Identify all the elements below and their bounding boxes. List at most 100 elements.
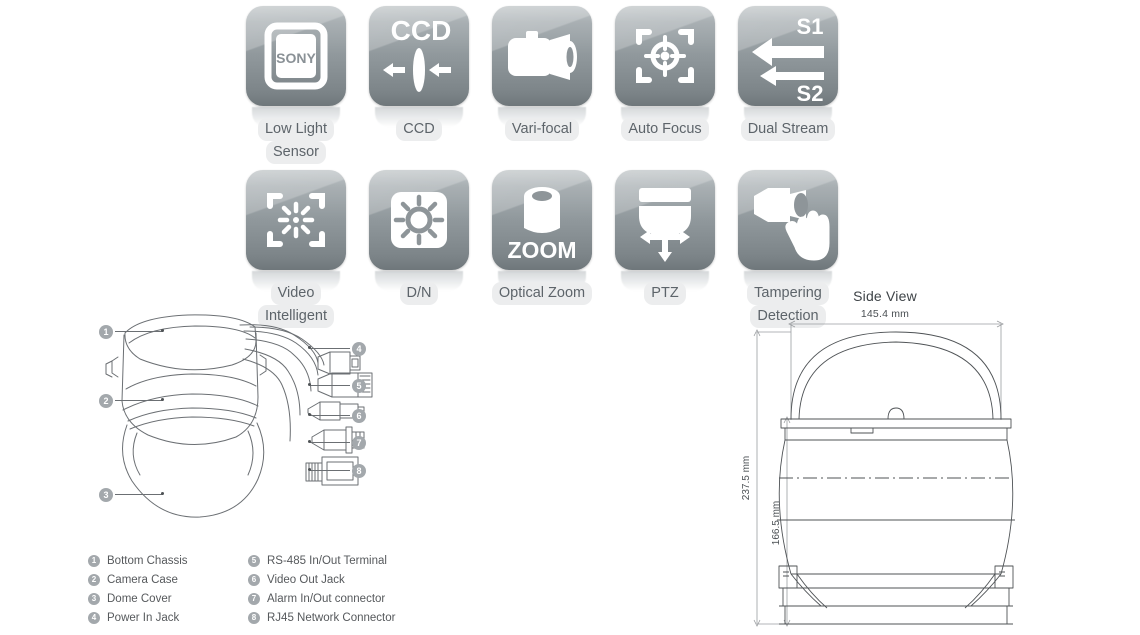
legend-label: Video Out Jack	[267, 573, 345, 586]
callout-anchor-dot	[161, 398, 164, 401]
feature-ccd: CCD CCD	[369, 6, 469, 141]
legend-badge-4: 4	[88, 611, 100, 624]
legend-item: 3 Dome Cover	[88, 589, 248, 608]
side-view-drawing: Side View 145.4 mm 237.5 mm 166.5 mm	[735, 288, 1035, 635]
feature-label-day-night: D/N	[351, 282, 487, 305]
feature-tile-vari-focal	[492, 6, 592, 106]
callout-leader-line	[115, 400, 163, 401]
legend-label: Power In Jack	[107, 611, 180, 624]
legend-badge-3: 3	[88, 592, 100, 605]
video-intelligent-icon	[246, 170, 346, 270]
callout-anchor-dot	[161, 492, 164, 495]
varifocal-lens-icon	[492, 6, 592, 106]
callout-anchor-dot	[308, 346, 311, 349]
side-view-width-label: 145.4 mm	[860, 308, 910, 320]
sony-sensor-icon: SONY	[246, 6, 346, 106]
tampering-hand-camera-icon	[738, 170, 838, 270]
legend-badge-7: 7	[248, 592, 260, 605]
feature-label-ptz: PTZ	[597, 282, 733, 305]
feature-tile-video-intelligent	[246, 170, 346, 270]
callout-anchor-dot	[308, 383, 311, 386]
ccd-lens-icon: CCD	[369, 6, 469, 106]
feature-label-low-light-sensor: Low Light Sensor	[228, 118, 364, 164]
feature-day-night: D/N	[369, 170, 469, 305]
svg-text:S1: S1	[797, 14, 824, 39]
callout-anchor-dot	[308, 440, 311, 443]
legend-item: 6 Video Out Jack	[248, 570, 498, 589]
svg-text:SONY: SONY	[276, 50, 316, 66]
feature-label-ccd: CCD	[351, 118, 487, 141]
legend-item: 1 Bottom Chassis	[88, 551, 248, 570]
callout-leader-line	[310, 385, 350, 386]
callout-badge-3: 3	[99, 488, 113, 502]
svg-text:CCD: CCD	[391, 15, 452, 46]
legend-badge-6: 6	[248, 573, 260, 586]
feature-tile-optical-zoom: ZOOM	[492, 170, 592, 270]
svg-text:S2: S2	[797, 81, 824, 106]
ptz-dome-arrows-icon	[615, 170, 715, 270]
feature-tile-tampering-detection	[738, 170, 838, 270]
callout-badge-1: 1	[99, 325, 113, 339]
legend-label: RJ45 Network Connector	[267, 611, 396, 624]
legend-badge-1: 1	[88, 554, 100, 567]
legend-item: 8 RJ45 Network Connector	[248, 608, 498, 627]
callout-badge-7: 7	[352, 436, 366, 450]
callout-anchor-dot	[308, 468, 311, 471]
feature-optical-zoom: ZOOM Optical Zoom	[491, 170, 593, 305]
legend-badge-8: 8	[248, 611, 260, 624]
feature-label-auto-focus: Auto Focus	[597, 118, 733, 141]
feature-label-dual-stream: Dual Stream	[720, 118, 856, 141]
callout-leader-line	[310, 415, 350, 416]
feature-dual-stream: S1 S2 Dual Stream	[738, 6, 838, 141]
optical-zoom-lens-icon: ZOOM	[492, 170, 592, 270]
feature-icon-grid: SONY Low Light Sensor CCD CCD Vari-focal Auto …	[0, 0, 1140, 328]
feature-video-intelligent: Video Intelligent	[246, 170, 346, 328]
callout-anchor-dot	[161, 329, 164, 332]
feature-label-optical-zoom: Optical Zoom	[474, 282, 610, 305]
feature-tampering-detection: Tampering Detection	[738, 170, 838, 328]
dual-stream-arrows-icon: S1 S2	[738, 6, 838, 106]
legend-item: 4 Power In Jack	[88, 608, 248, 627]
legend-badge-5: 5	[248, 554, 260, 567]
legend-label: Dome Cover	[107, 592, 172, 605]
callout-anchor-dot	[308, 413, 311, 416]
datasheet-page: SONY Low Light Sensor CCD CCD Vari-focal Auto …	[0, 0, 1140, 635]
legend-label: Camera Case	[107, 573, 178, 586]
callout-badge-6: 6	[352, 409, 366, 423]
legend-label: RS-485 In/Out Terminal	[267, 554, 387, 567]
callout-leader-line	[310, 470, 350, 471]
callout-leader-line	[115, 494, 163, 495]
feature-low-light-sensor: SONY Low Light Sensor	[246, 6, 346, 164]
feature-tile-dual-stream: S1 S2	[738, 6, 838, 106]
legend-item: 5 RS-485 In/Out Terminal	[248, 551, 498, 570]
auto-focus-target-icon	[615, 6, 715, 106]
callout-leader-line	[310, 442, 350, 443]
side-view-height-inner-label: 166.5 mm	[771, 501, 782, 545]
feature-ptz: PTZ	[615, 170, 715, 305]
legend-label: Alarm In/Out connector	[267, 592, 386, 605]
feature-label-vari-focal: Vari-focal	[474, 118, 610, 141]
feature-tile-day-night	[369, 170, 469, 270]
feature-tile-ptz	[615, 170, 715, 270]
callout-badge-4: 4	[352, 342, 366, 356]
callout-leader-line	[115, 331, 163, 332]
callout-leader-line	[310, 348, 350, 349]
legend-item: 7 Alarm In/Out connector	[248, 589, 498, 608]
camera-exploded-diagram	[80, 305, 400, 535]
callout-badge-2: 2	[99, 394, 113, 408]
svg-text:ZOOM: ZOOM	[508, 237, 577, 263]
parts-legend: 1 Bottom Chassis 5 RS-485 In/Out Terminal 2 C…	[88, 551, 508, 627]
callout-badge-5: 5	[352, 379, 366, 393]
feature-auto-focus: Auto Focus	[615, 6, 715, 141]
feature-tile-auto-focus	[615, 6, 715, 106]
day-night-sun-icon	[369, 170, 469, 270]
feature-tile-low-light-sensor: SONY	[246, 6, 346, 106]
feature-vari-focal: Vari-focal	[492, 6, 592, 141]
side-view-title: Side View	[853, 288, 917, 304]
legend-item: 2 Camera Case	[88, 570, 248, 589]
legend-badge-2: 2	[88, 573, 100, 586]
callout-badge-8: 8	[352, 464, 366, 478]
legend-label: Bottom Chassis	[107, 554, 188, 567]
feature-tile-ccd: CCD	[369, 6, 469, 106]
side-view-height-outer-label: 237.5 mm	[741, 456, 752, 500]
